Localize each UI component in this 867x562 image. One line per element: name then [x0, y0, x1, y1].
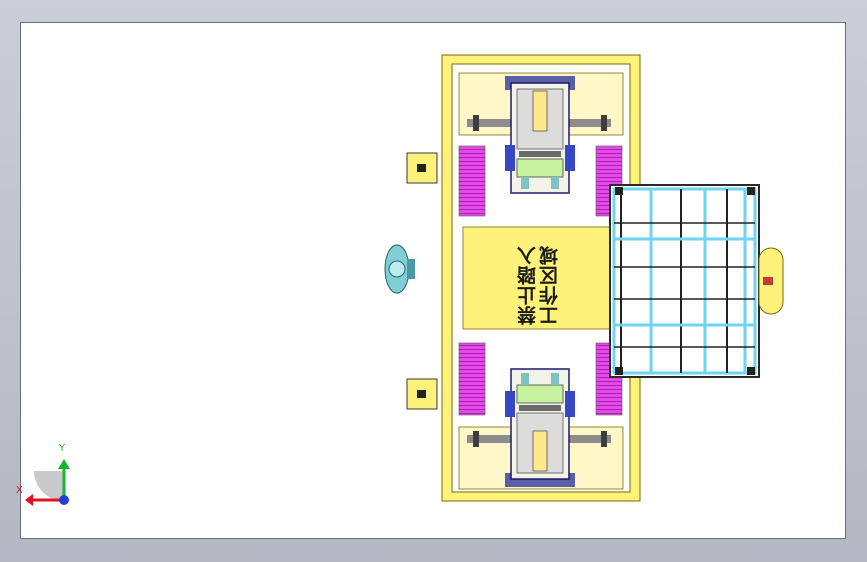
zone-warning-line-2: 禁止踏入: [517, 245, 539, 325]
control-box-top: [406, 152, 438, 184]
axis-x-label: X: [16, 485, 23, 496]
zone-warning-line-1: 工作区域: [539, 245, 561, 325]
cad-viewport[interactable]: 工作区域 禁止踏入 Y X: [16, 22, 846, 539]
storage-cage: [609, 184, 784, 378]
control-box-bottom: [406, 378, 438, 410]
operator-icon: [384, 244, 415, 294]
axis-y-label: Y: [59, 443, 66, 454]
axis-triad-icon: [25, 459, 70, 506]
cad-drawing: [25, 54, 784, 506]
